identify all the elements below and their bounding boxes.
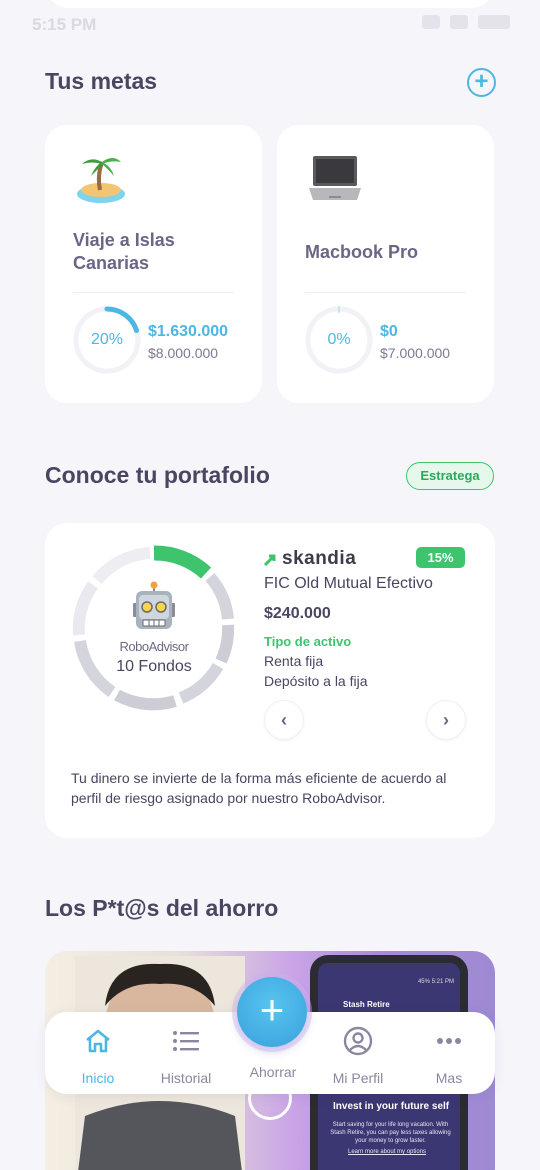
more-icon <box>437 1038 461 1044</box>
phone-body: Start saving for your life long vacation… <box>330 1122 451 1144</box>
fund-count: 10 Fondos <box>116 658 192 675</box>
portfolio-description: Tu dinero se invierte de la forma más ef… <box>71 770 447 806</box>
brand-logo: skandia <box>264 548 356 570</box>
nav-item-historial[interactable]: Historial <box>146 1026 226 1086</box>
tips-title: Los P*t@s del ahorro <box>45 895 279 921</box>
asset-type-label: Tipo de activo <box>264 634 352 649</box>
list-icon <box>173 1031 199 1051</box>
phone-status: 45% 5:21 PM <box>417 979 454 985</box>
portfolio-title: Conoce tu portafolio <box>45 462 270 488</box>
divider <box>73 292 234 293</box>
strategy-badge[interactable]: Estratega <box>406 462 494 490</box>
portfolio-card: RoboAdvisor 10 Fondos skandia 15% FIC Ol… <box>45 523 495 838</box>
goal-percent: 20% <box>90 331 124 348</box>
plus-icon: + <box>259 986 285 1033</box>
nav-item-inicio[interactable]: Inicio <box>58 1026 138 1086</box>
previous-card-edge <box>45 0 495 8</box>
profile-icon <box>343 1026 373 1056</box>
nav-item-mas[interactable]: Mas <box>409 1026 489 1086</box>
signal-icon <box>422 15 440 29</box>
status-bar: 5:15 PM <box>0 0 540 50</box>
robo-advisor-label: RoboAdvisor <box>119 639 189 654</box>
home-icon <box>86 1029 110 1053</box>
phone-title: Stash Retire <box>343 1000 390 1009</box>
nav-item-mi-perfil[interactable]: Mi Perfil <box>318 1026 398 1086</box>
add-savings-button[interactable]: + <box>237 977 307 1047</box>
goal-percent: 0% <box>327 331 351 348</box>
divider <box>305 292 466 293</box>
next-fund-button[interactable]: › <box>426 700 466 740</box>
wifi-icon <box>450 15 468 29</box>
goal-target-amount: $7.000.000 <box>380 345 451 361</box>
asset-type-value: Renta fija <box>264 653 324 669</box>
skandia-logo-icon <box>264 554 276 566</box>
goal-card[interactable]: Macbook Pro 0% $0 $7.000.000 <box>277 125 494 403</box>
previous-fund-button[interactable]: ‹ <box>264 700 304 740</box>
status-time: 5:15 PM <box>32 15 97 34</box>
fund-name: FIC Old Mutual Efectivo <box>264 575 433 592</box>
laptop-icon <box>309 156 361 200</box>
chevron-left-icon: ‹ <box>281 710 287 730</box>
goal-saved-amount: $1.630.000 <box>148 323 229 340</box>
asset-type-value: Depósito a la fija <box>264 673 368 689</box>
battery-icon <box>478 15 510 29</box>
status-icons <box>422 15 510 29</box>
goal-target-amount: $8.000.000 <box>148 345 219 361</box>
goal-name: Macbook Pro <box>305 242 419 262</box>
robot-icon <box>133 581 175 629</box>
brand-name: skandia <box>282 548 357 569</box>
nav-label: Historial <box>160 1070 212 1086</box>
chevron-right-icon: › <box>443 710 449 730</box>
return-badge: 15% <box>416 547 465 568</box>
goal-name: Viaje a Islas Canarias <box>73 230 175 273</box>
nav-label-ahorrar[interactable]: Ahorrar <box>232 1064 314 1080</box>
nav-label: Inicio <box>81 1070 115 1086</box>
goals-title: Tus metas <box>45 68 158 94</box>
island-icon <box>77 158 125 203</box>
goal-saved-amount: $0 <box>380 323 398 340</box>
add-goal-button[interactable]: + <box>467 68 496 97</box>
fund-amount: $240.000 <box>264 605 331 622</box>
nav-label: Mas <box>435 1070 463 1086</box>
phone-headline: Invest in your future self <box>333 1101 450 1112</box>
nav-label: Mi Perfil <box>332 1070 384 1086</box>
phone-link: Learn more about my options <box>348 1149 427 1155</box>
goal-card[interactable]: Viaje a Islas Canarias 20% $1.630.000 $8… <box>45 125 262 403</box>
